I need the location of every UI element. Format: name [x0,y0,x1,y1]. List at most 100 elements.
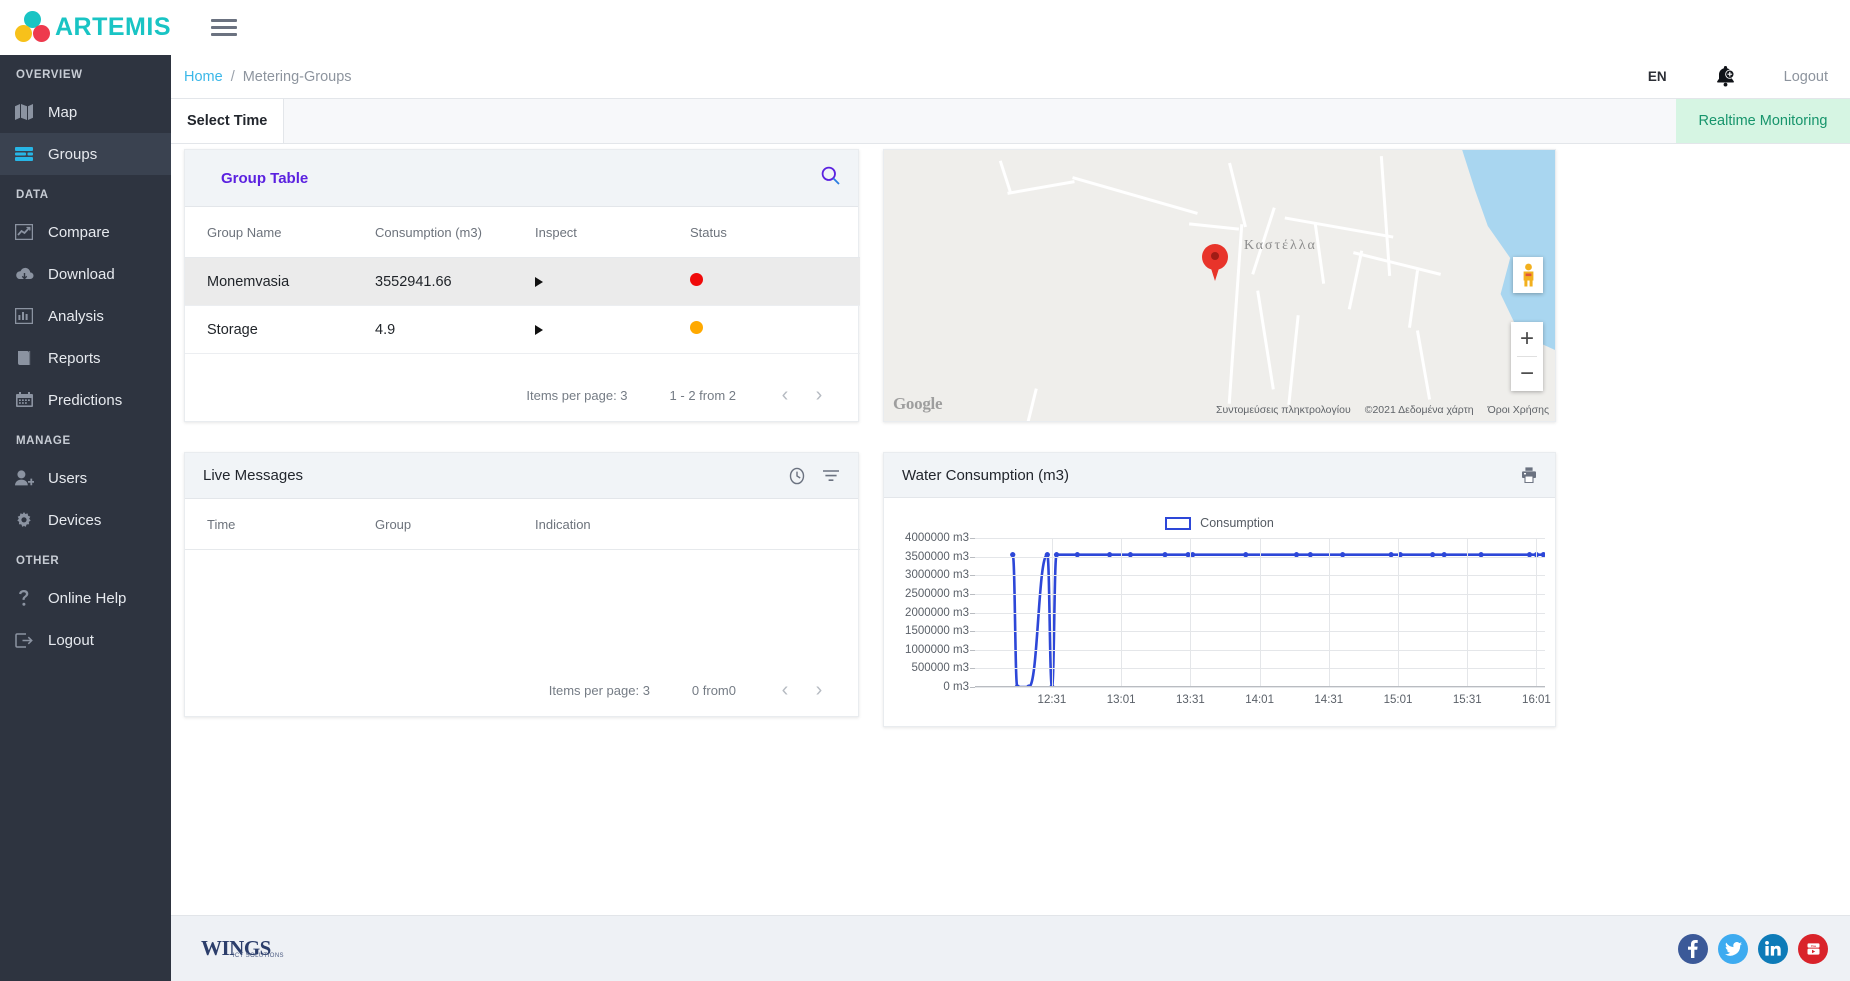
groups-icon [13,145,35,163]
lightbulb-icon [33,25,50,42]
footer: WINGS ICT SOLUTIONS You [171,915,1850,981]
play-icon[interactable] [535,325,543,335]
terms-of-use-link[interactable]: Όροι Χρήσης [1488,404,1549,416]
road-segment [1228,163,1247,228]
sidebar-item-label: Predictions [48,392,122,409]
previous-page-button[interactable]: ‹ [768,673,802,707]
cell-group-name: Storage [185,306,375,354]
road-segment [1348,250,1363,309]
sidebar-section-manage: MANAGE [0,421,171,457]
keyboard-shortcuts-link[interactable]: Συντομεύσεις πληκτρολογίου [1216,404,1351,416]
sidebar-item-label: Logout [48,632,94,649]
map-canvas[interactable]: Καστέλλα Google + − Συντομεύσεις πληκτ [884,150,1555,421]
zoom-out-button[interactable]: − [1511,357,1543,391]
next-page-button[interactable]: › [802,378,836,412]
printer-icon[interactable] [1521,467,1537,483]
facebook-icon[interactable] [1678,934,1708,964]
sidebar-item-users[interactable]: Users [0,457,171,499]
sidebar-item-compare[interactable]: Compare [0,211,171,253]
sidebar-item-label: Groups [48,146,97,163]
map-data-copyright: ©2021 Δεδομένα χάρτη [1365,404,1474,416]
zoom-in-button[interactable]: + [1511,322,1543,356]
y-axis-tick-label: 4000000 m3 [905,532,969,544]
filter-icon[interactable] [822,469,840,483]
column-header-inspect: Inspect [535,207,690,258]
water-body [1395,150,1555,350]
tab-realtime-monitoring[interactable]: Realtime Monitoring [1676,99,1850,143]
tab-select-time[interactable]: Select Time [171,99,284,143]
gridline-vertical [1190,538,1191,687]
road-segment [1416,330,1431,399]
gridline-horizontal [975,687,1545,688]
logout-link[interactable]: Logout [1784,69,1828,85]
sidebar-item-logout[interactable]: Logout [0,619,171,661]
chart-plot-area[interactable]: 0 m3500000 m31000000 m31500000 m32000000… [975,538,1545,687]
map-card[interactable]: Καστέλλα Google + − Συντομεύσεις πληκτ [883,149,1556,422]
artemis-logo-mark [14,11,52,45]
sidebar-section-data: DATA [0,175,171,211]
previous-page-button[interactable]: ‹ [768,378,802,412]
items-per-page-label[interactable]: Items per page: 3 [526,388,627,403]
gridline-vertical [1260,538,1261,687]
x-axis-tick-label: 16:01 [1522,694,1551,706]
cell-status [690,258,860,306]
group-table-header: Group Table [185,150,858,207]
column-header-consumption: Consumption (m3) [375,207,535,258]
sidebar-item-predictions[interactable]: Predictions [0,379,171,421]
map-zoom-controls: + − [1511,322,1543,391]
language-selector[interactable]: EN [1648,69,1667,84]
hamburger-icon[interactable] [211,15,237,40]
gridline-vertical [1052,538,1053,687]
column-header-time: Time [185,499,375,550]
y-axis-tick-label: 1500000 m3 [905,625,969,637]
road-segment [1353,251,1441,276]
next-page-button[interactable]: › [802,673,836,707]
x-axis-tick-label: 15:31 [1453,694,1482,706]
sidebar-item-label: Reports [48,350,101,367]
search-icon[interactable] [821,166,840,190]
group-table: Group Name Consumption (m3) Inspect Stat… [185,207,860,354]
youtube-icon[interactable]: You [1798,934,1828,964]
road-segment [1287,315,1299,405]
bell-add-icon[interactable] [1715,66,1736,88]
sidebar-item-online-help[interactable]: Online Help [0,577,171,619]
header-actions: EN Logout [1648,66,1850,88]
cell-consumption: 3552941.66 [375,258,535,306]
column-header-group: Group [375,499,535,550]
gridline-vertical [1121,538,1122,687]
sidebar-item-devices[interactable]: Devices [0,499,171,541]
chart-body: Consumption 0 m3500000 m31000000 m315000… [884,498,1555,727]
play-icon[interactable] [535,277,543,287]
twitter-icon[interactable] [1718,934,1748,964]
street-view-pegman-icon[interactable] [1513,257,1543,293]
sidebar-item-label: Compare [48,224,110,241]
clock-icon[interactable] [788,467,806,485]
sidebar-item-label: Download [48,266,115,283]
y-axis-tick-label: 0 m3 [943,681,969,693]
main-area: Home / Metering-Groups EN Logout Select … [171,55,1850,981]
sidebar-item-download[interactable]: Download [0,253,171,295]
live-messages-header: Live Messages [185,453,858,499]
map-pin-icon[interactable] [1202,244,1228,282]
linkedin-icon[interactable] [1758,934,1788,964]
y-axis-tick-mark [970,613,975,614]
road-segment [1072,176,1198,215]
table-row[interactable]: Monemvasia 3552941.66 [185,258,860,306]
user-add-icon [13,469,35,487]
items-per-page-label[interactable]: Items per page: 3 [549,683,650,698]
tab-bar: Select Time Realtime Monitoring [171,99,1850,144]
sidebar-item-reports[interactable]: Reports [0,337,171,379]
road-segment [1007,180,1074,195]
sidebar-item-groups[interactable]: Groups [0,133,171,175]
x-axis-tick-label: 13:01 [1107,694,1136,706]
wings-logo: WINGS ICT SOLUTIONS [201,936,284,961]
sidebar-item-analysis[interactable]: Analysis [0,295,171,337]
brand-bar: ARTEMIS [0,0,1850,55]
breadcrumb-home-link[interactable]: Home [184,69,223,85]
table-row[interactable]: Storage 4.9 [185,306,860,354]
sidebar-item-map[interactable]: Map [0,91,171,133]
x-axis-tick-label: 14:31 [1314,694,1343,706]
breadcrumb-separator: / [231,69,235,85]
app-logo[interactable]: ARTEMIS [14,11,171,45]
gridline-vertical [1467,538,1468,687]
